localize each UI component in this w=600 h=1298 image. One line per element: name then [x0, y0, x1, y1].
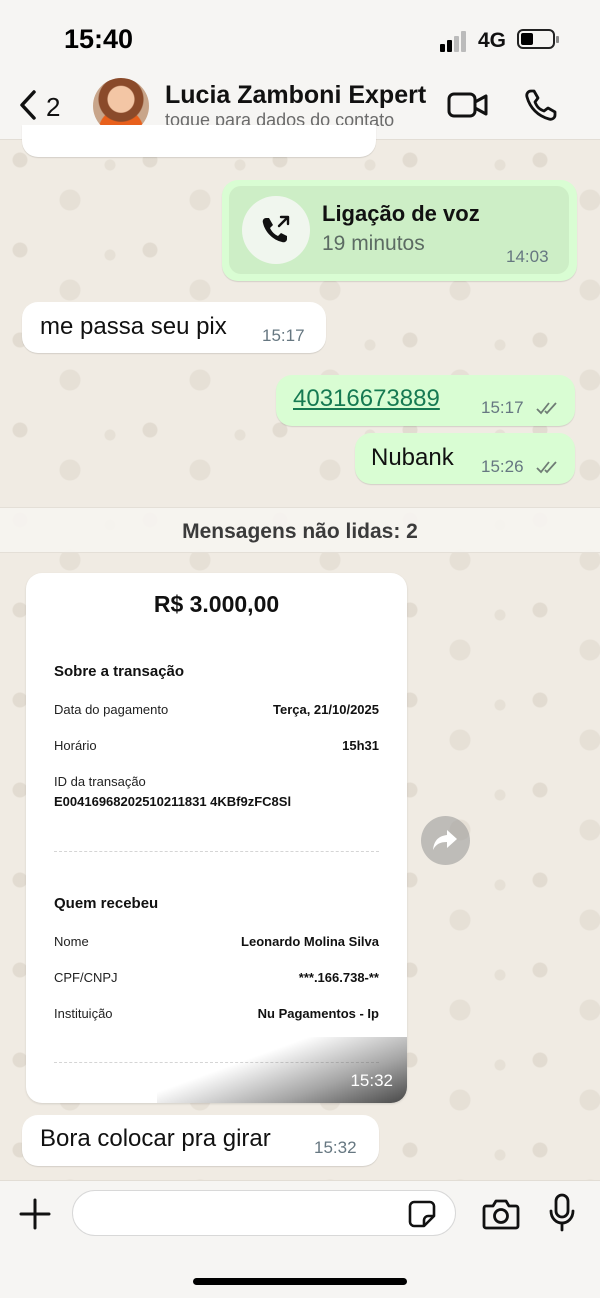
- unread-messages-divider: Mensagens não lidas: 2: [0, 507, 600, 553]
- pix-number-link[interactable]: 40316673889: [293, 385, 440, 413]
- receipt-label: Horário: [54, 738, 97, 753]
- message-time: 15:32: [350, 1071, 393, 1090]
- receipt-label: ID da transação: [54, 774, 146, 789]
- receipt-label: CPF/CNPJ: [54, 970, 118, 985]
- phone-call-icon[interactable]: [524, 88, 558, 122]
- message-time: 15:17: [481, 398, 524, 417]
- receipt-section-title: Quem recebeu: [54, 895, 159, 912]
- back-icon[interactable]: [14, 88, 44, 122]
- receipt-amount: R$ 3.000,00: [153, 591, 280, 617]
- message-text: Bora colocar pra girar: [40, 1125, 271, 1152]
- home-indicator[interactable]: [193, 1278, 407, 1285]
- forward-icon: [433, 830, 457, 850]
- receipt-label: Nome: [54, 934, 89, 949]
- message-time: 15:17: [262, 326, 305, 345]
- message-text: Nubank: [371, 444, 454, 471]
- receipt-label: Instituição: [54, 1006, 113, 1021]
- read-receipt-icon: [536, 402, 557, 415]
- status-time: 15:40: [64, 24, 134, 54]
- read-receipt-icon: [536, 461, 557, 474]
- message-time: 15:32: [314, 1138, 357, 1157]
- receipt-value: Leonardo Molina Silva: [241, 934, 379, 949]
- receipt-label: Data do pagamento: [54, 702, 169, 717]
- voice-call-title: Ligação de voz: [322, 201, 480, 226]
- battery-icon: [517, 29, 559, 49]
- message-time: 15:26: [481, 457, 524, 476]
- unread-messages-label: Mensagens não lidas: 2: [182, 520, 418, 543]
- receipt-section-title: Sobre a transação: [54, 663, 185, 680]
- video-call-icon[interactable]: [447, 90, 489, 120]
- image-time-overlay: [157, 1037, 407, 1103]
- receipt-value: ***.166.738-**: [298, 970, 379, 985]
- receipt-value: Terça, 21/10/2025: [272, 702, 379, 717]
- receipt-value: Nu Pagamentos - Ip: [257, 1006, 379, 1021]
- message-composer: [0, 1180, 600, 1298]
- voice-call-duration: 19 minutos: [322, 232, 425, 255]
- sticker-icon[interactable]: [407, 1199, 437, 1229]
- contact-name[interactable]: Lucia Zamboni Expert: [165, 81, 426, 110]
- receipt-value: 15h31: [342, 738, 379, 753]
- transaction-id: E00416968202510211831 4KBf9zFC8Sl: [54, 794, 292, 809]
- camera-icon[interactable]: [482, 1197, 520, 1231]
- plus-icon[interactable]: [18, 1197, 52, 1231]
- microphone-icon[interactable]: [548, 1193, 576, 1233]
- payment-receipt-image[interactable]: R$ 3.000,00 Sobre a transação Data do pa…: [26, 573, 407, 1103]
- status-bar: 15:40 4G: [0, 0, 600, 70]
- receipt-divider: [54, 851, 379, 852]
- forward-button[interactable]: [421, 816, 470, 865]
- network-type: 4G: [478, 29, 507, 52]
- message-input[interactable]: [72, 1190, 456, 1236]
- outgoing-call-icon: [262, 215, 290, 243]
- message-text: me passa seu pix: [40, 313, 227, 340]
- message-time: 14:03: [506, 247, 549, 266]
- partial-message-bubble: [22, 125, 376, 157]
- back-count[interactable]: 2: [46, 92, 60, 123]
- signal-icon: [440, 30, 470, 52]
